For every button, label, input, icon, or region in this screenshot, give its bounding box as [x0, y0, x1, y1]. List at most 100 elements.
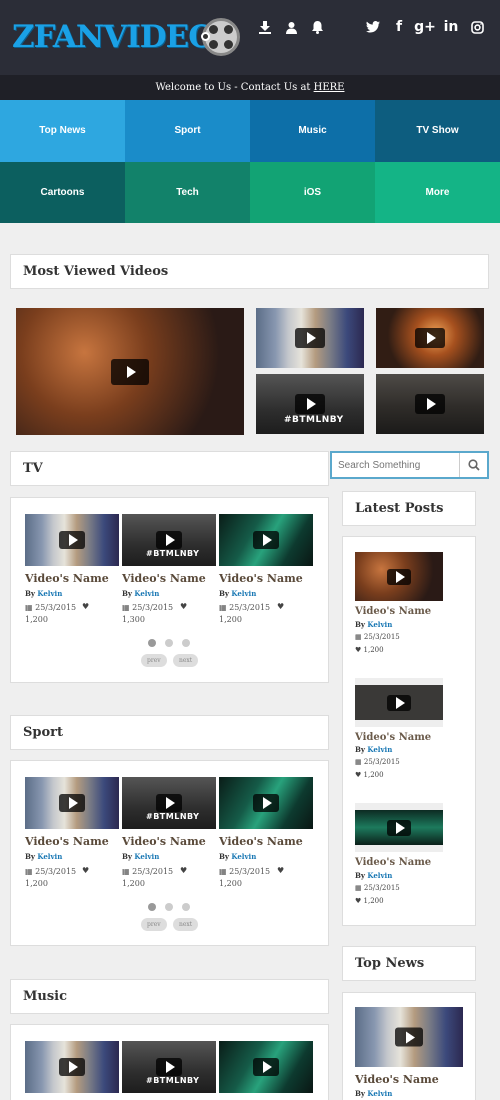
author-link[interactable]: Kelvin [231, 589, 256, 598]
heart-icon: ♥ [82, 602, 90, 611]
category-cartoons[interactable]: Cartoons [0, 161, 125, 223]
calendar-icon: ▦ [219, 867, 227, 876]
video-author: By Kelvin [122, 852, 160, 861]
author-link[interactable]: Kelvin [134, 852, 159, 861]
carousel-dot[interactable] [165, 903, 173, 911]
post-thumbnail[interactable] [355, 552, 443, 601]
author-link[interactable]: Kelvin [367, 745, 392, 754]
twitter-icon[interactable] [360, 21, 386, 33]
author-link[interactable]: Kelvin [367, 1089, 392, 1098]
play-icon [295, 328, 325, 348]
prev-button[interactable]: prev [141, 654, 167, 667]
category-more[interactable]: More [375, 161, 500, 223]
author-link[interactable]: Kelvin [37, 852, 62, 861]
welcome-bar: Welcome to Us - Contact Us at HERE [0, 75, 500, 100]
calendar-icon: ▦ [219, 603, 227, 612]
author-link[interactable]: Kelvin [37, 589, 62, 598]
search-button[interactable] [459, 453, 487, 477]
video-name[interactable]: Video's Name [219, 835, 303, 848]
google-plus-icon[interactable]: g+ [412, 19, 438, 35]
post-thumbnail[interactable] [355, 678, 443, 727]
post-name[interactable]: Video's Name [355, 857, 431, 868]
section-title-sport: Sport [10, 715, 329, 750]
contact-link[interactable]: HERE [314, 82, 345, 93]
video-likes: 1,200 [122, 879, 145, 888]
search-input[interactable] [332, 453, 456, 478]
author-link[interactable]: Kelvin [134, 589, 159, 598]
post-name[interactable]: Video's Name [355, 732, 431, 743]
video-name[interactable]: Video's Name [219, 572, 303, 585]
author-link[interactable]: Kelvin [367, 620, 392, 629]
video-thumbnail[interactable]: #BTMLNBY [122, 1041, 216, 1093]
carousel-dot[interactable] [165, 639, 173, 647]
search-icon [467, 459, 480, 471]
site-logo[interactable]: ZFANVIDEO [12, 16, 241, 58]
calendar-icon: ▦ [355, 758, 362, 766]
heart-icon: ♥ [355, 771, 362, 779]
category-tech[interactable]: Tech [125, 161, 250, 223]
calendar-icon: ▦ [122, 867, 130, 876]
video-likes: 1,200 [219, 879, 242, 888]
video-name[interactable]: Video's Name [122, 572, 206, 585]
overlay-text: #BTMLNBY [146, 549, 200, 558]
instagram-icon[interactable] [464, 20, 490, 34]
author-link[interactable]: Kelvin [231, 852, 256, 861]
section-title-music: Music [10, 979, 329, 1014]
play-icon [415, 394, 445, 414]
heart-icon: ♥ [277, 866, 285, 875]
category-top-news[interactable]: Top News [0, 100, 125, 162]
video-author: By Kelvin [25, 852, 63, 861]
featured-video-thumbnail[interactable] [16, 308, 244, 435]
linkedin-icon[interactable]: in [438, 19, 464, 35]
heart-icon: ♥ [180, 866, 188, 875]
carousel-dot[interactable] [182, 639, 190, 647]
top-header: ZFANVIDEO f g+ in [0, 0, 500, 75]
video-likes: 1,200 [219, 615, 242, 624]
category-music[interactable]: Music [250, 100, 375, 162]
calendar-icon: ▦ [25, 867, 33, 876]
video-thumbnail[interactable] [256, 308, 364, 368]
category-tv-show[interactable]: TV Show [375, 100, 500, 162]
video-name[interactable]: Video's Name [25, 572, 109, 585]
video-thumbnail[interactable]: #BTMLNBY [122, 514, 216, 566]
video-name[interactable]: Video's Name [25, 835, 109, 848]
video-thumbnail[interactable]: #BTMLNBY [256, 374, 364, 434]
video-thumbnail[interactable] [25, 777, 119, 829]
video-thumbnail[interactable]: #BTMLNBY [122, 777, 216, 829]
carousel-dot[interactable] [148, 639, 156, 647]
bell-icon[interactable] [304, 20, 330, 34]
video-thumbnail[interactable] [219, 777, 313, 829]
video-thumbnail[interactable] [25, 1041, 119, 1093]
video-name[interactable]: Video's Name [122, 835, 206, 848]
video-thumbnail[interactable] [219, 514, 313, 566]
carousel-dot[interactable] [148, 903, 156, 911]
overlay-text: #BTMLNBY [146, 1076, 200, 1085]
facebook-icon[interactable]: f [386, 19, 412, 35]
social-links: f g+ in [360, 16, 490, 38]
video-thumbnail[interactable] [25, 514, 119, 566]
category-sport[interactable]: Sport [125, 100, 250, 162]
author-link[interactable]: Kelvin [367, 871, 392, 880]
news-name[interactable]: Video's Name [355, 1073, 439, 1086]
calendar-icon: ▦ [122, 603, 130, 612]
prev-button[interactable]: prev [141, 918, 167, 931]
video-thumbnail[interactable] [376, 374, 484, 434]
next-button[interactable]: next [173, 654, 199, 667]
post-date: ▦ 25/3/2015 [355, 884, 400, 892]
play-icon [415, 328, 445, 348]
post-thumbnail[interactable] [355, 803, 443, 852]
next-button[interactable]: next [173, 918, 199, 931]
top-news-title: Top News [342, 946, 476, 981]
user-actions [252, 16, 330, 38]
welcome-text: Welcome to Us - Contact Us at [155, 82, 311, 93]
video-thumbnail[interactable] [219, 1041, 313, 1093]
video-author: By Kelvin [219, 852, 257, 861]
video-thumbnail[interactable] [376, 308, 484, 368]
carousel-dot[interactable] [182, 903, 190, 911]
category-ios[interactable]: iOS [250, 161, 375, 223]
user-icon[interactable] [278, 21, 304, 34]
download-icon[interactable] [252, 20, 278, 34]
post-name[interactable]: Video's Name [355, 606, 431, 617]
logo-text: ZFANVIDEO [12, 19, 215, 55]
news-thumbnail[interactable] [355, 1007, 463, 1067]
